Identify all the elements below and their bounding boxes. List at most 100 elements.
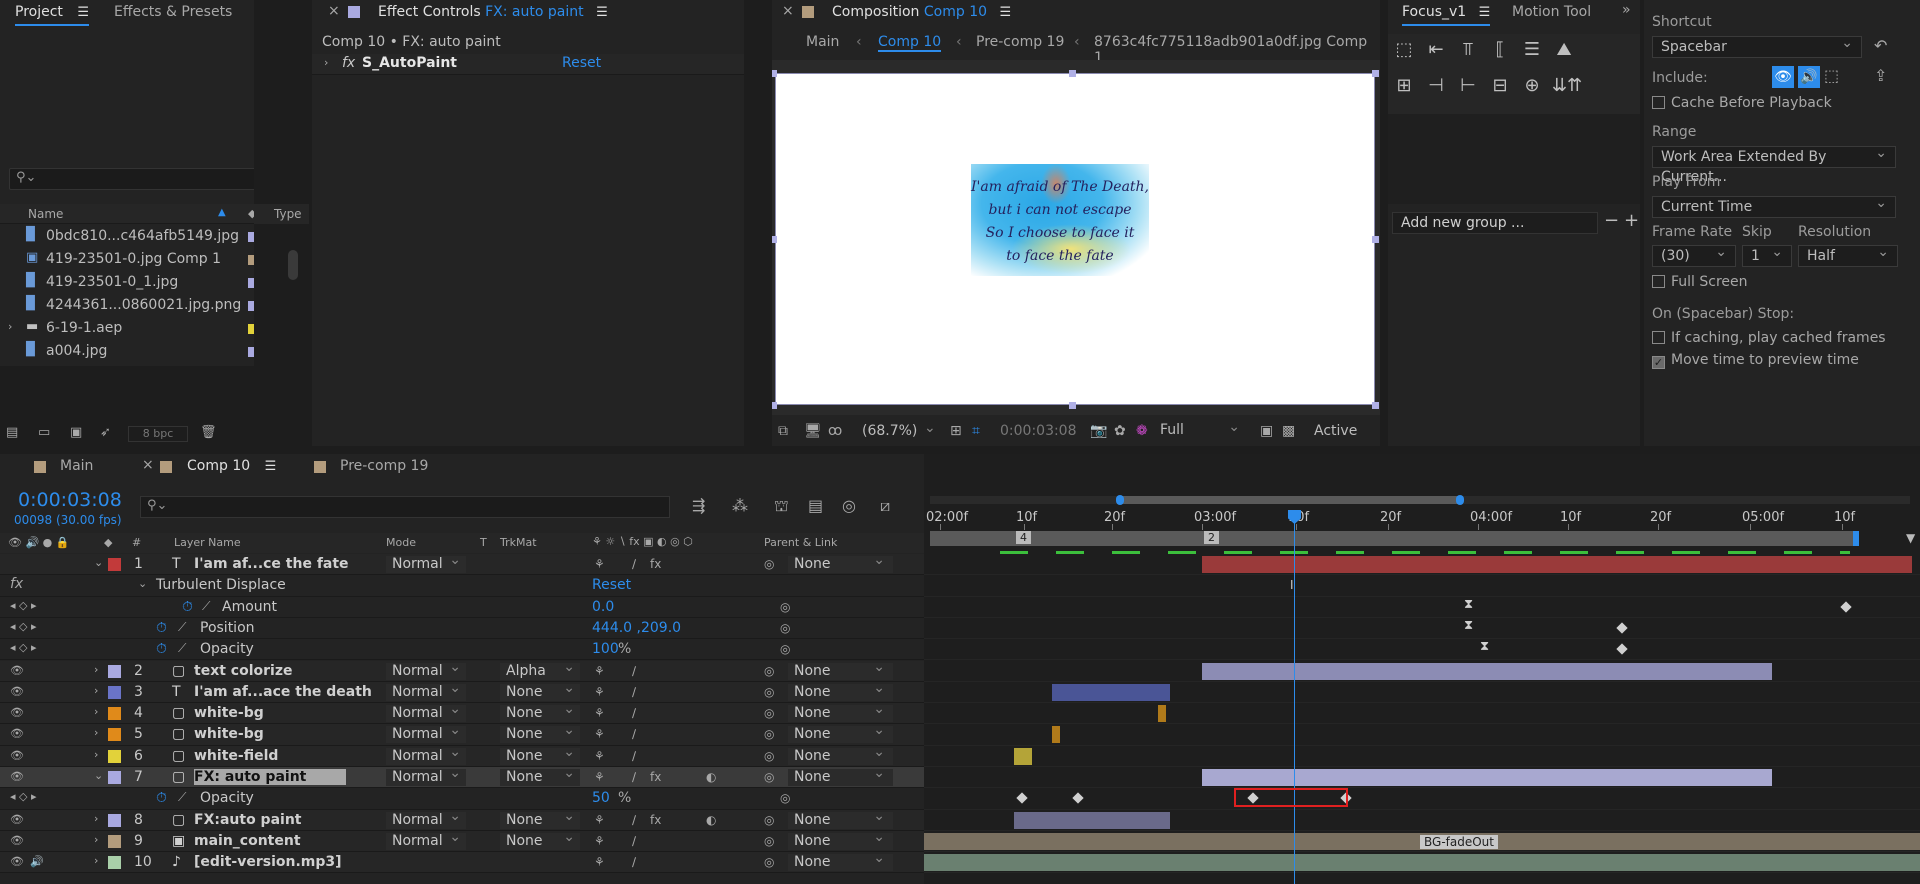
layer-bar[interactable] xyxy=(1014,747,1032,765)
new-comp-icon[interactable]: ▣ xyxy=(70,425,82,440)
layer-row[interactable]: 👁 › 2 ▢ text colorize Normal Alpha ⚘ ∕ ◎ None xyxy=(0,659,924,682)
eye-icon[interactable]: 👁 xyxy=(10,749,24,762)
quality-switch-icon[interactable]: ∕ xyxy=(632,855,636,869)
pickwhip-icon[interactable]: ◎ xyxy=(764,813,774,827)
graph-row[interactable] xyxy=(924,661,1920,682)
mode-dropdown[interactable]: Normal xyxy=(386,722,466,744)
trash-icon[interactable]: 🗑 xyxy=(200,425,217,440)
quality-switch-icon[interactable]: ∕ xyxy=(632,770,636,784)
panel-overflow-icon[interactable]: » xyxy=(1622,2,1631,18)
property-value[interactable]: 444.0 ,209.0 xyxy=(592,620,681,636)
twirl-icon[interactable]: › xyxy=(94,833,98,846)
pickwhip-icon[interactable]: ◎ xyxy=(780,791,790,805)
skip-dropdown[interactable]: 1 xyxy=(1742,242,1792,267)
comp-viewer[interactable]: I'am afraid of The Death, but i can not … xyxy=(772,60,1380,415)
graph-row[interactable]: ⧗ xyxy=(924,639,1920,661)
layer-handle[interactable] xyxy=(1372,402,1379,409)
parent-dropdown[interactable]: None xyxy=(788,808,893,829)
layer-handle[interactable] xyxy=(1372,236,1379,243)
property-row[interactable]: ◂ ◇ ▸ ⏱ ⟋ Amount 0.0 ◎ xyxy=(0,596,924,618)
stopwatch-icon[interactable]: ⏱ xyxy=(156,790,167,806)
layer-name[interactable]: white-bg xyxy=(194,705,264,721)
label-swatch[interactable] xyxy=(108,558,121,571)
layer-name[interactable]: FX:auto paint xyxy=(194,812,301,828)
twirl-icon[interactable]: ⌄ xyxy=(94,769,103,782)
parent-dropdown[interactable]: None xyxy=(788,659,893,680)
property-row[interactable]: ◂ ◇ ▸ ⏱ ⟋ Position 444.0 ,209.0 ◎ xyxy=(0,617,924,640)
shy-switch-icon[interactable]: ⚘ xyxy=(594,749,605,763)
menu-icon[interactable]: ☰ xyxy=(265,459,277,474)
shy-icon[interactable]: ⛫ xyxy=(774,496,789,517)
pickwhip-icon[interactable]: ◎ xyxy=(764,727,774,741)
quality-switch-icon[interactable]: ∕ xyxy=(632,664,636,678)
shy-switch-icon[interactable]: ⚘ xyxy=(594,727,605,741)
shy-switch-icon[interactable]: ⚘ xyxy=(594,685,605,699)
parent-dropdown[interactable]: None xyxy=(788,701,893,723)
twirl-icon[interactable]: ⌄ xyxy=(94,556,103,569)
include-overlay-icon[interactable]: ⬚ xyxy=(1824,66,1839,85)
resolution-dropdown[interactable]: Full ⌄ xyxy=(1160,419,1244,442)
quality-switch-icon[interactable]: ∕ xyxy=(632,685,636,699)
layer-row[interactable]: ⌄ 1 T I'am af...ce the fate Normal ⚘ ∕ fx ◎ None xyxy=(0,552,924,576)
navigator-range[interactable] xyxy=(1120,496,1460,504)
col-trkmat[interactable]: TrkMat xyxy=(500,536,537,549)
add-group-input[interactable]: Add new group ... xyxy=(1392,212,1598,234)
label-swatch[interactable] xyxy=(108,664,121,678)
work-area-bar[interactable]: 4 2 xyxy=(930,531,1859,546)
minus-box-icon[interactable]: ⊟ xyxy=(1488,74,1512,98)
twirl-icon[interactable]: ⌄ xyxy=(138,577,147,590)
shy-switch-icon[interactable]: ⚘ xyxy=(594,813,605,827)
eye-icon[interactable]: 👁 xyxy=(10,770,24,783)
trkmat-dropdown[interactable]: None xyxy=(500,722,580,744)
effect-reset-link[interactable]: Reset xyxy=(592,577,631,593)
tab-precomp19[interactable]: Pre-comp 19 xyxy=(340,454,428,480)
mode-dropdown[interactable]: Normal xyxy=(386,829,466,850)
frame-blending-icon[interactable]: ▤ xyxy=(808,496,823,515)
move-left-icon[interactable]: ⇤ xyxy=(1424,38,1448,62)
trkmat-dropdown[interactable]: None xyxy=(500,680,580,701)
list-icon[interactable]: ☰ xyxy=(1520,38,1544,62)
parent-dropdown[interactable]: None xyxy=(788,744,893,765)
layer-name[interactable]: white-bg xyxy=(194,726,264,742)
effect-row[interactable]: › fx S_AutoPaint Reset xyxy=(312,54,744,75)
graph-row[interactable] xyxy=(924,767,1920,789)
project-item[interactable]: ›▬6-19-1.aepFc xyxy=(0,318,254,340)
eye-icon[interactable]: 👁 xyxy=(10,813,24,826)
crumb-precomp19[interactable]: Pre-comp 19 xyxy=(976,34,1064,50)
project-item[interactable]: ▉0bdc810...c464afb5149.jpgJF xyxy=(0,226,254,248)
graph-row[interactable] xyxy=(924,810,1920,831)
quality-switch-icon[interactable]: ∕ xyxy=(632,749,636,763)
layer-handle[interactable] xyxy=(772,236,777,243)
label-swatch[interactable] xyxy=(108,771,121,784)
bpc-toggle[interactable]: 8 bpc xyxy=(128,426,188,442)
always-preview-icon[interactable]: ⧉ xyxy=(778,423,788,439)
layer-row[interactable]: 👁 › 5 ▢ white-bg Normal None ⚘ ∕ ◎ None xyxy=(0,722,924,746)
graph-row[interactable] xyxy=(924,788,1920,810)
layer-bar[interactable] xyxy=(1014,811,1170,829)
comp-marker-4[interactable]: 4 xyxy=(1016,531,1031,544)
layer-bar[interactable] xyxy=(924,854,1920,872)
label-swatch[interactable] xyxy=(108,813,121,827)
graph-row[interactable] xyxy=(924,682,1920,704)
current-timecode[interactable]: 0:00:03:08 xyxy=(18,489,122,511)
effect-row[interactable]: fx ⌄ Turbulent Displace Reset xyxy=(0,575,924,597)
twirl-icon[interactable]: › xyxy=(94,705,98,718)
include-audio-icon[interactable]: 🔊 xyxy=(1798,66,1820,88)
col-layer-name[interactable]: Layer Name xyxy=(174,536,241,549)
stopwatch-icon[interactable]: ⏱ xyxy=(182,599,193,615)
twirl-icon[interactable]: › xyxy=(94,812,98,825)
project-scrollbar[interactable] xyxy=(288,250,298,280)
work-area-end[interactable] xyxy=(1853,531,1859,546)
flowchart-icon[interactable]: ➶ xyxy=(100,425,111,440)
mask-visibility-icon[interactable]: ⌗ xyxy=(972,423,980,439)
pickwhip-icon[interactable]: ◎ xyxy=(764,834,774,848)
shy-switch-icon[interactable]: ⚘ xyxy=(594,855,605,869)
layer-name[interactable]: white-field xyxy=(194,748,278,764)
playhead[interactable] xyxy=(1294,511,1295,884)
property-row[interactable]: ◂ ◇ ▸ ⏱ ⟋ Opacity 50% ◎ xyxy=(0,788,924,810)
layer-name[interactable]: FX: auto paint xyxy=(194,769,347,785)
comp-canvas[interactable]: I'am afraid of The Death, but i can not … xyxy=(775,73,1375,405)
shy-switch-icon[interactable]: ⚘ xyxy=(594,706,605,720)
chevron-icon[interactable]: › xyxy=(8,320,12,333)
property-row[interactable]: ◂ ◇ ▸ ⏱ ⟋ Opacity 100% ◎ xyxy=(0,639,924,661)
